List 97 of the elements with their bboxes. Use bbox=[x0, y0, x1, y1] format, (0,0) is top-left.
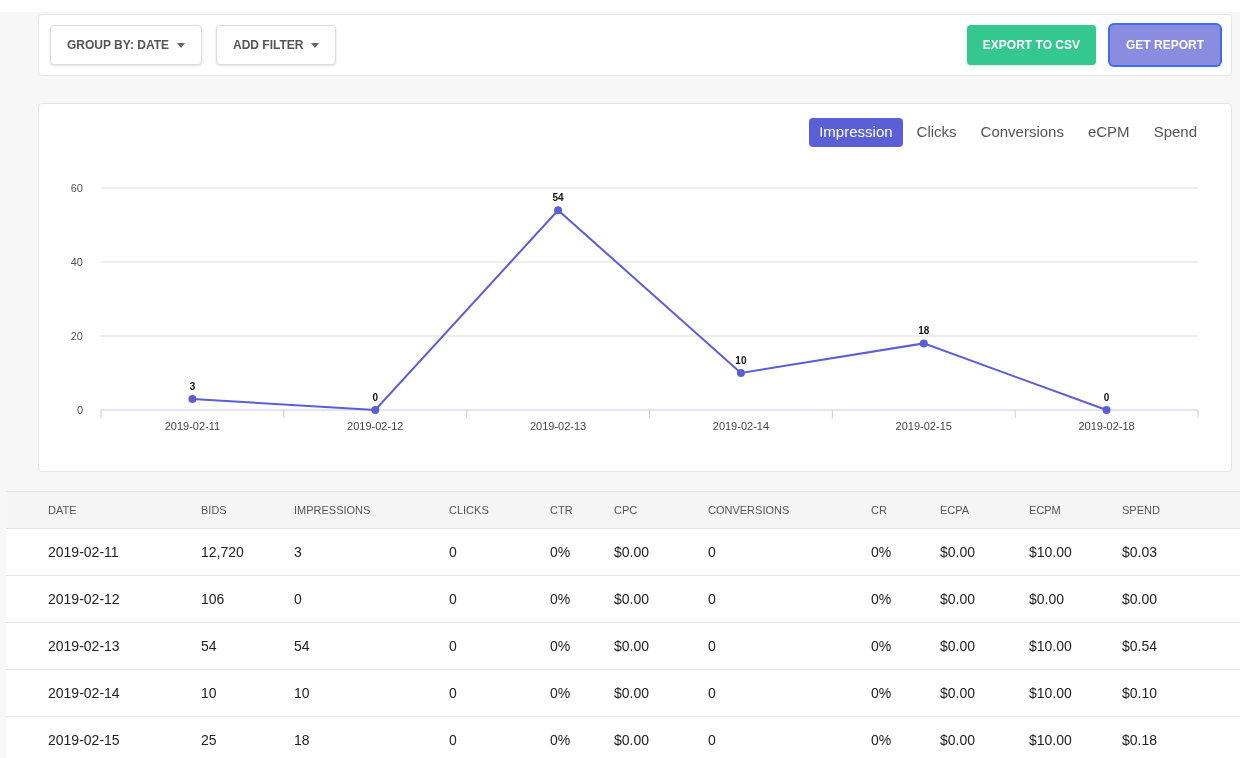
x-tick-label: 2019-02-13 bbox=[529, 420, 587, 432]
x-tick-label: 2019-02-12 bbox=[347, 420, 404, 432]
table-cell-text: 0% bbox=[871, 730, 893, 750]
column-header: CTR bbox=[550, 502, 574, 518]
data-label: 0 bbox=[1103, 392, 1110, 403]
column-header: IMPRESSIONS bbox=[294, 502, 372, 518]
table-cell-text: 0% bbox=[550, 589, 572, 609]
table-cell-text: $0.00 bbox=[614, 542, 651, 562]
table-cell-text: $0.00 bbox=[1122, 589, 1159, 609]
table-cell-text: 2019-02-11 bbox=[48, 542, 120, 562]
x-tick-label: 2019-02-18 bbox=[1078, 420, 1135, 432]
y-tick-label: 20 bbox=[70, 330, 83, 342]
y-tick-label: 40 bbox=[70, 256, 83, 268]
table-cell-text: 0 bbox=[708, 683, 717, 703]
column-header: CONVERSIONS bbox=[708, 502, 791, 518]
table-cell-text: $0.03 bbox=[1122, 542, 1159, 562]
table-cell-text: $0.00 bbox=[614, 683, 651, 703]
x-tick-label: 2019-02-11 bbox=[164, 420, 221, 432]
metric-tab[interactable]: Spend bbox=[1143, 118, 1207, 147]
data-label: 3 bbox=[189, 380, 196, 392]
table-cell-text: $0.00 bbox=[1029, 589, 1066, 609]
table-cell-text: 0 bbox=[449, 636, 458, 656]
table-cell-text: 0 bbox=[708, 589, 717, 609]
data-label: 54 bbox=[552, 192, 564, 204]
table-cell-text: 0% bbox=[871, 683, 893, 703]
data-label: 10 bbox=[735, 355, 747, 366]
table-cell-text: 0% bbox=[871, 589, 893, 609]
data-label: 18 bbox=[918, 325, 930, 337]
table-cell-text: 0% bbox=[550, 542, 572, 562]
x-tick-label: 2019-02-15 bbox=[895, 420, 952, 432]
table-cell-text: $0.00 bbox=[614, 589, 651, 609]
data-point bbox=[188, 394, 197, 403]
y-tick-label: 60 bbox=[70, 182, 83, 194]
table-cell-text: $10.00 bbox=[1029, 636, 1073, 656]
table-cell-text: 2019-02-15 bbox=[48, 730, 121, 750]
caret-icon bbox=[311, 42, 320, 48]
column-header: SPEND bbox=[1122, 502, 1161, 518]
table-cell-text: $0.54 bbox=[1122, 636, 1159, 656]
column-header: ECPA bbox=[940, 502, 971, 518]
dropdown-button[interactable]: ADD FILTER bbox=[216, 25, 337, 65]
table-cell-text: 0 bbox=[294, 589, 303, 609]
table-cell-text: $0.00 bbox=[940, 730, 977, 750]
table-cell-text: $0.00 bbox=[614, 730, 651, 750]
table-cell-text: 106 bbox=[201, 589, 226, 609]
table-cell-text: $0.00 bbox=[940, 542, 977, 562]
caret-icon bbox=[177, 42, 185, 48]
column-header: DATE bbox=[48, 502, 78, 518]
table-cell-text: 0% bbox=[550, 636, 572, 656]
table-cell-text: 0% bbox=[871, 542, 893, 562]
table-cell-text: $10.00 bbox=[1029, 730, 1073, 750]
table-cell-text: 0 bbox=[449, 683, 458, 703]
table-cell-text: 10 bbox=[201, 683, 218, 703]
data-point bbox=[919, 339, 928, 348]
column-header: BIDS bbox=[201, 502, 228, 518]
metric-tab[interactable]: Impression bbox=[809, 118, 903, 147]
table-cell-text: 0% bbox=[550, 683, 572, 703]
metric-tab[interactable]: eCPM bbox=[1077, 118, 1140, 147]
column-header: CR bbox=[871, 502, 888, 518]
table-cell-text: 0 bbox=[708, 636, 717, 656]
table-cell-text: $10.00 bbox=[1029, 683, 1073, 703]
column-header: CPC bbox=[614, 502, 639, 518]
data-point bbox=[554, 206, 563, 215]
data-point bbox=[371, 406, 380, 414]
table-cell-text: 54 bbox=[201, 636, 218, 656]
table-cell-text: $10.00 bbox=[1029, 542, 1073, 562]
table-cell-text: 2019-02-13 bbox=[48, 636, 121, 656]
table-cell-text: 0 bbox=[449, 542, 458, 562]
table-cell-text: 0 bbox=[449, 730, 458, 750]
data-point bbox=[1102, 406, 1111, 414]
table-cell-text: 0 bbox=[708, 730, 717, 750]
column-header: ECPM bbox=[1029, 502, 1062, 518]
table-cell-text: 3 bbox=[294, 542, 303, 562]
metric-tab[interactable]: Clicks bbox=[906, 118, 967, 147]
table-cell-text: 54 bbox=[294, 636, 311, 656]
x-tick-label: 2019-02-14 bbox=[712, 420, 770, 432]
table-cell-text: 2019-02-12 bbox=[48, 589, 121, 609]
table-cell-text: $0.10 bbox=[1122, 683, 1159, 703]
table-cell-text: $0.00 bbox=[614, 636, 651, 656]
table-cell-text: $0.18 bbox=[1122, 730, 1159, 750]
table-cell-text: 0 bbox=[708, 542, 717, 562]
table-cell-text: 0% bbox=[550, 730, 572, 750]
table-cell-text: 18 bbox=[294, 730, 311, 750]
table-cell-text: $0.00 bbox=[940, 636, 977, 656]
table-cell-text: $0.00 bbox=[940, 683, 977, 703]
column-header: CLICKS bbox=[449, 502, 490, 518]
data-point bbox=[736, 369, 745, 377]
table-cell-text: 10 bbox=[294, 683, 311, 703]
table-cell-text: 0 bbox=[449, 589, 458, 609]
table-cell-text: 0% bbox=[871, 636, 893, 656]
metric-tab[interactable]: Conversions bbox=[970, 118, 1074, 147]
y-tick-label: 0 bbox=[76, 404, 83, 416]
table-cell-text: 2019-02-14 bbox=[48, 683, 121, 703]
data-label: 0 bbox=[372, 392, 379, 403]
table-cell-text: 25 bbox=[201, 730, 218, 750]
dropdown-button[interactable]: GROUP BY: DATE bbox=[50, 25, 202, 65]
table-cell-text: $0.00 bbox=[940, 589, 977, 609]
table-cell-text: 12,720 bbox=[201, 542, 245, 562]
